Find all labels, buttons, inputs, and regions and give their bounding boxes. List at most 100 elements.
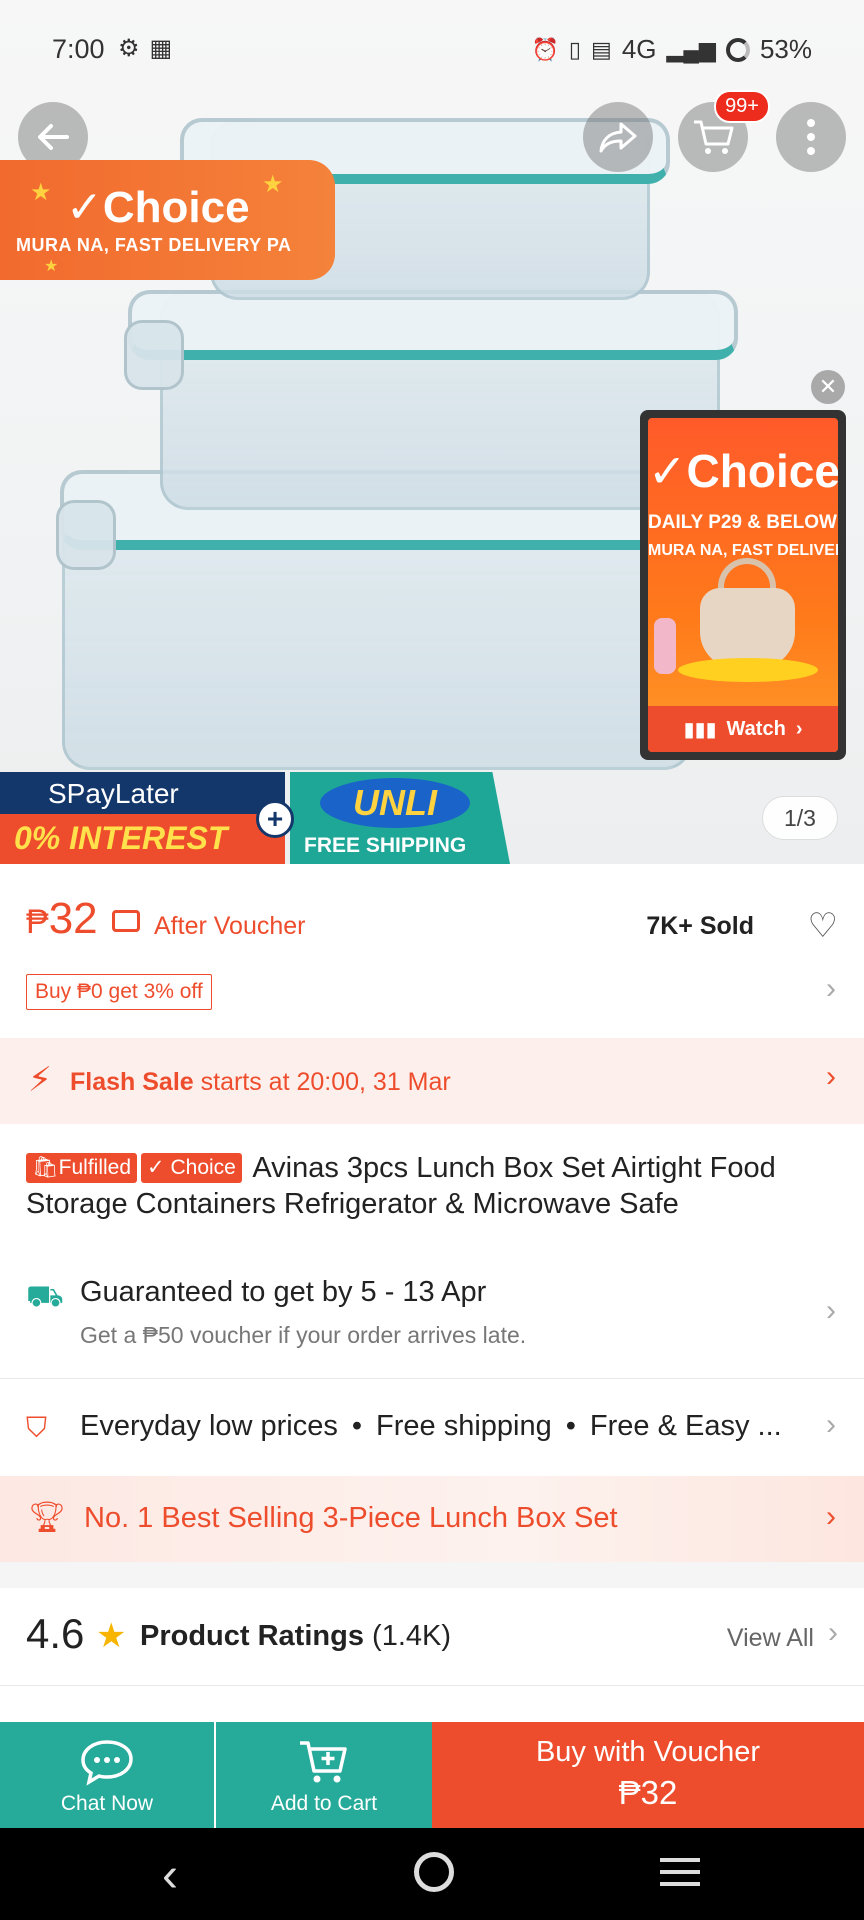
chevron-right-icon: › <box>826 1408 836 1441</box>
chevron-right-icon: › <box>795 717 803 740</box>
alarm-icon: ⏰ <box>531 36 559 62</box>
flash-sale-bar[interactable]: ⚡ Flash Sale starts at 20:00, 31 Mar › <box>0 1038 864 1124</box>
star-icon: ★ <box>30 179 52 206</box>
nav-back-icon[interactable]: ‹ <box>162 1848 178 1903</box>
cart-button[interactable]: 99+ <box>678 90 770 172</box>
promo-tag[interactable]: Buy ₱0 get 3% off <box>26 974 212 1010</box>
more-vertical-icon <box>807 119 815 155</box>
chat-now-label: Chat Now <box>60 1792 154 1815</box>
buy-with-voucher-button[interactable]: Buy with Voucher ₱32 <box>432 1722 864 1828</box>
unli-label: UNLI <box>320 778 470 828</box>
chat-now-button[interactable]: Chat Now <box>0 1722 214 1828</box>
price: ₱32 <box>26 894 98 944</box>
status-bar: 7:00 ⚙▦ ⏰ ▯ ▤ 4G ▂▄▆ 53% <box>0 0 864 100</box>
delivery-guarantee[interactable]: ⛟ Guaranteed to get by 5 - 13 Apr Get a … <box>0 1250 864 1378</box>
video-preview: ✓Choice DAILY P29 & BELOW MURA NA, FAST … <box>648 418 838 752</box>
buy-label: Buy with Voucher <box>535 1736 761 1768</box>
nav-home-icon[interactable] <box>414 1852 454 1892</box>
choice-banner-subtitle: MURA NA, FAST DELIVERY PA <box>16 235 292 255</box>
product-title-section: 🛍Fulfilled ✓ Choice Avinas 3pcs Lunch Box… <box>0 1126 864 1250</box>
video-line1: DAILY P29 & BELOW <box>648 512 837 533</box>
product-image-carousel[interactable]: 7:00 ⚙▦ ⏰ ▯ ▤ 4G ▂▄▆ 53% 99+ ★ ★ ★ ✓Choi… <box>0 0 864 864</box>
battery-icon <box>725 37 750 62</box>
display-stand <box>678 658 818 682</box>
bars-icon: ▮▮▮ <box>683 718 717 741</box>
container-lid-medium <box>128 290 738 360</box>
features-row[interactable]: ⛉ Everyday low prices • Free shipping • Free… <box>0 1380 864 1474</box>
chevron-right-icon[interactable]: › <box>828 1616 838 1650</box>
nav-recents-icon[interactable] <box>660 1858 700 1894</box>
free-shipping-label: FREE SHIPPING <box>304 834 467 857</box>
interest-label: 0% INTEREST <box>0 814 285 864</box>
add-cart-icon <box>216 1738 432 1797</box>
chevron-right-icon: › <box>826 1294 836 1327</box>
delivery-headline: Guaranteed to get by 5 - 13 Apr <box>80 1276 487 1308</box>
review-peek <box>0 1686 864 1722</box>
bottom-action-bar: Chat Now Add to Cart Buy with Voucher ₱3… <box>0 1722 864 1828</box>
bag-icon: 🛍 <box>32 1156 59 1179</box>
ratings-header: 4.6 ★ Product Ratings (1.4K) View All › <box>0 1588 864 1684</box>
ratings-label: Product Ratings <box>140 1620 364 1652</box>
flash-sale-label: Flash Sale <box>70 1068 194 1096</box>
star-icon: ★ <box>44 258 59 275</box>
plus-icon: + <box>256 800 294 838</box>
vibrate-icon: ▯ <box>568 36 582 62</box>
delivery-subtext: Get a ₱50 voucher if your order arrives … <box>80 1322 527 1348</box>
buy-price: ₱32 <box>618 1774 678 1811</box>
floating-video[interactable]: ✓Choice DAILY P29 & BELOW MURA NA, FAST … <box>640 410 846 760</box>
price-amount: 32 <box>48 894 98 943</box>
divider <box>0 1378 864 1379</box>
section-gap <box>0 1562 864 1588</box>
star-icon: ★ <box>262 171 284 198</box>
chat-icon <box>0 1738 214 1797</box>
more-options-button[interactable] <box>776 102 846 172</box>
chevron-right-icon[interactable]: › <box>826 972 836 1006</box>
unli-shipping-promo: UNLI FREE SHIPPING <box>290 772 510 864</box>
trophy-icon: 🏆︎ <box>28 1501 67 1534</box>
add-to-cart-button[interactable]: Add to Cart <box>216 1722 432 1828</box>
fulfilled-tag: 🛍Fulfilled <box>26 1153 138 1183</box>
best-selling-bar[interactable]: 🏆︎ No. 1 Best Selling 3-Piece Lunch Box … <box>0 1476 864 1562</box>
latch <box>56 500 116 570</box>
after-voucher-label: After Voucher <box>154 912 306 940</box>
heart-icon[interactable]: ♡ <box>808 906 838 946</box>
features-list: Everyday low prices • Free shipping • Free &… <box>80 1410 782 1443</box>
add-to-cart-label: Add to Cart <box>270 1792 378 1815</box>
chevron-right-icon: › <box>826 1500 836 1533</box>
bottle-image <box>654 618 676 674</box>
shield-check-icon: ⛉ <box>26 1412 48 1443</box>
truck-icon: ⛟ <box>26 1280 64 1313</box>
notification-icons: ⚙▦ <box>118 35 183 62</box>
flash-sale-text: Flash Sale starts at 20:00, 31 Mar <box>70 1068 451 1097</box>
choice-banner: ★ ★ ★ ✓Choice MURA NA, FAST DELIVERY PA <box>0 160 335 280</box>
latch <box>124 320 184 390</box>
share-button[interactable] <box>583 102 653 172</box>
ratings-count: (1.4K) <box>372 1620 452 1652</box>
currency-symbol: ₱ <box>26 903 49 941</box>
cart-icon <box>694 120 734 154</box>
product-title: Avinas 3pcs Lunch Box Set Airtight Food … <box>26 1152 776 1220</box>
price-section: ₱32 After Voucher 7K+ Sold ♡ Buy ₱0 get … <box>0 864 864 1036</box>
bullet: • <box>351 1410 363 1442</box>
network-type: 4G <box>621 34 657 64</box>
star-icon: ★ <box>96 1617 127 1655</box>
lightning-icon: ⚡ <box>28 1061 52 1099</box>
bullet: • <box>565 1410 576 1442</box>
fulfilled-label: Fulfilled <box>58 1156 132 1179</box>
system-nav-bar: ‹ <box>0 1828 864 1920</box>
voucher-icon <box>112 910 140 932</box>
view-all-link[interactable]: View All <box>727 1624 814 1653</box>
best-selling-text: No. 1 Best Selling 3-Piece Lunch Box Set <box>84 1502 618 1534</box>
flash-sale-time: starts at 20:00, 31 Mar <box>193 1068 451 1096</box>
status-time: 7:00 <box>52 34 105 64</box>
chevron-right-icon: › <box>826 1060 836 1093</box>
watch-label: Watch <box>726 717 786 740</box>
feature-item: Free & Easy ... <box>589 1410 782 1442</box>
watch-button[interactable]: ▮▮▮ Watch › <box>648 706 838 752</box>
close-video-button[interactable]: ✕ <box>811 370 845 404</box>
handbag-image <box>700 588 795 668</box>
feature-item: Everyday low prices <box>80 1410 338 1442</box>
sold-count: 7K+ Sold <box>646 912 754 940</box>
rating-score: 4.6 <box>26 1610 85 1657</box>
feature-item: Free shipping <box>376 1410 552 1442</box>
